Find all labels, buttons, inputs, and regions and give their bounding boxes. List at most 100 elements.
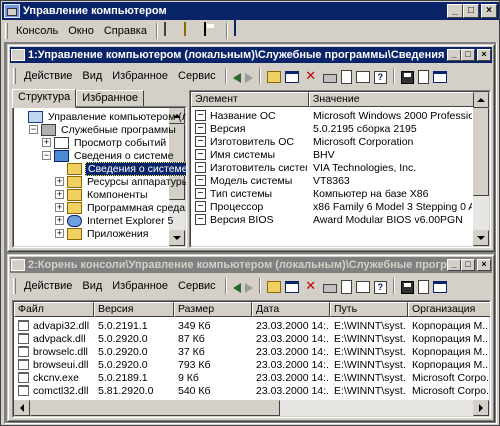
back-arrow-icon[interactable] <box>232 72 241 83</box>
export-list-icon[interactable] <box>355 281 370 293</box>
menu-tools[interactable]: Сервис <box>173 70 221 82</box>
scroll-thumb[interactable] <box>30 400 280 416</box>
tree-item[interactable]: + Ресурсы аппаратуры <box>55 175 186 188</box>
tree-item[interactable]: Управление компьютером (локальн <box>16 110 186 123</box>
column-header[interactable]: Дата <box>252 302 330 317</box>
menu-view[interactable]: Вид <box>77 70 107 82</box>
save-icon[interactable] <box>400 70 414 84</box>
refresh-icon[interactable] <box>432 281 447 293</box>
list-item[interactable]: browselc.dll <box>18 346 92 359</box>
minimize-icon[interactable]: _ <box>447 49 461 61</box>
details-vertical-scrollbar[interactable] <box>473 92 489 246</box>
back-arrow-icon[interactable] <box>232 282 241 293</box>
menu-window[interactable]: Окно <box>63 25 99 37</box>
refresh-icon[interactable] <box>432 71 447 83</box>
scroll-right-icon[interactable] <box>473 400 489 416</box>
close-icon[interactable]: × <box>477 259 491 271</box>
expand-icon[interactable]: + <box>55 177 64 186</box>
maximize-icon[interactable]: □ <box>461 259 475 271</box>
list-item[interactable]: advapi32.dll <box>18 320 92 333</box>
list-item[interactable]: browseui.dll <box>18 359 92 372</box>
files-horizontal-scrollbar[interactable] <box>14 400 489 416</box>
open-folder-icon[interactable] <box>183 22 186 36</box>
column-header[interactable]: Элемент <box>191 92 309 107</box>
maximize-icon[interactable]: □ <box>463 4 479 18</box>
list-item[interactable]: ckcnv.exe <box>18 372 92 385</box>
tree-item[interactable]: + Программная среда <box>55 201 186 214</box>
list-item[interactable]: Процессор <box>195 201 307 214</box>
list-item[interactable]: Изготовитель системы <box>195 162 307 175</box>
find-icon[interactable] <box>417 279 429 294</box>
properties-icon[interactable] <box>340 69 352 84</box>
save-icon[interactable] <box>400 280 414 294</box>
app-titlebar[interactable]: Управление компьютером _ □ × <box>2 2 499 20</box>
save-icon[interactable] <box>203 22 206 36</box>
delete-icon[interactable]: ✕ <box>303 68 319 84</box>
print-icon[interactable] <box>322 74 337 83</box>
menu-console[interactable]: Консоль <box>11 25 63 37</box>
list-item[interactable]: advpack.dll <box>18 333 92 346</box>
toolbar-grip[interactable] <box>13 68 16 84</box>
menu-action[interactable]: Действие <box>19 280 77 292</box>
column-header[interactable]: Путь <box>330 302 408 317</box>
list-item[interactable]: Имя системы <box>195 149 307 162</box>
scroll-thumb[interactable] <box>473 108 489 196</box>
tree-item[interactable]: + Компоненты <box>55 188 150 201</box>
expand-icon[interactable]: + <box>55 203 64 212</box>
minimize-icon[interactable]: _ <box>447 259 461 271</box>
column-header[interactable]: Размер <box>174 302 252 317</box>
menu-view[interactable]: Вид <box>77 280 107 292</box>
scroll-left-icon[interactable] <box>14 400 30 416</box>
forward-arrow-icon[interactable] <box>244 282 253 293</box>
close-icon[interactable]: × <box>481 4 497 18</box>
menu-tools[interactable]: Сервис <box>173 280 221 292</box>
forward-arrow-icon[interactable] <box>244 72 253 83</box>
export-list-icon[interactable] <box>355 71 370 83</box>
tree-item[interactable]: + Internet Explorer 5 <box>55 214 175 227</box>
list-item[interactable]: Версия <box>195 123 307 136</box>
menu-action[interactable]: Действие <box>19 70 77 82</box>
child-window-2-titlebar[interactable]: 2:Корень консоли\Управление компьютером … <box>10 257 492 273</box>
column-header[interactable]: Значение <box>309 92 474 107</box>
maximize-icon[interactable]: □ <box>461 49 475 61</box>
column-header[interactable]: Версия <box>94 302 174 317</box>
up-level-icon[interactable] <box>266 281 281 293</box>
scroll-up-icon[interactable] <box>473 92 489 108</box>
tree-item[interactable]: − Сведения о системе <box>42 149 176 162</box>
scroll-down-icon[interactable] <box>169 230 185 246</box>
tab-structure[interactable]: Структура <box>12 89 77 108</box>
tree-item[interactable]: Сведения о системе <box>55 161 186 176</box>
help-icon[interactable]: ? <box>373 280 387 294</box>
show-tree-icon[interactable] <box>284 281 299 293</box>
menubar-grip[interactable] <box>5 23 8 39</box>
child-window-1-titlebar[interactable]: 1:Управление компьютером (локальным)\Слу… <box>10 47 492 63</box>
collapse-icon[interactable]: − <box>29 125 38 134</box>
column-header[interactable]: Файл <box>14 302 94 317</box>
list-item[interactable]: Версия BIOS <box>195 214 307 227</box>
list-item[interactable]: comctl32.dll <box>18 385 92 398</box>
column-header[interactable]: Организация <box>408 302 490 317</box>
expand-icon[interactable]: + <box>55 229 64 238</box>
list-item[interactable]: Изготовитель ОС <box>195 136 307 149</box>
scroll-down-icon[interactable] <box>473 230 489 246</box>
delete-icon[interactable]: ✕ <box>303 278 319 294</box>
new-window-icon[interactable] <box>233 20 236 36</box>
collapse-icon[interactable]: − <box>42 151 51 160</box>
expand-icon[interactable]: + <box>42 138 51 147</box>
properties-icon[interactable] <box>340 279 352 294</box>
up-level-icon[interactable] <box>266 71 281 83</box>
list-item[interactable]: Название ОС <box>195 110 307 123</box>
menu-favorites[interactable]: Избранное <box>107 280 173 292</box>
list-item[interactable]: Тип системы <box>195 188 307 201</box>
minimize-icon[interactable]: _ <box>447 4 463 18</box>
list-item[interactable]: Модель системы <box>195 175 307 188</box>
new-console-icon[interactable] <box>163 22 166 36</box>
toolbar-grip[interactable] <box>13 278 16 294</box>
menu-favorites[interactable]: Избранное <box>107 70 173 82</box>
find-icon[interactable] <box>417 69 429 84</box>
menu-help[interactable]: Справка <box>99 25 152 37</box>
expand-icon[interactable]: + <box>55 190 64 199</box>
tree-item[interactable]: + Просмотр событий <box>42 136 168 149</box>
tree-item[interactable]: + Приложения <box>55 227 150 240</box>
help-icon[interactable]: ? <box>373 70 387 84</box>
